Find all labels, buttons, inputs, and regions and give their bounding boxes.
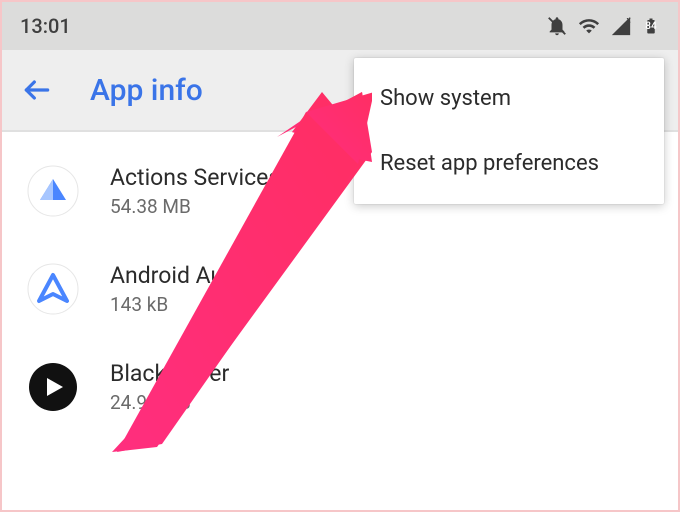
app-icon-blackplayer	[26, 360, 80, 414]
cell-signal-icon: x	[610, 15, 632, 37]
dnd-icon	[546, 15, 568, 37]
app-name: Android Auto	[110, 262, 244, 289]
wifi-icon	[578, 15, 600, 37]
menu-item-reset-preferences[interactable]: Reset app preferences	[354, 131, 664, 196]
app-row[interactable]: BlackPlayer 24.93 MB	[2, 338, 678, 436]
page-title: App info	[90, 73, 203, 108]
app-size: 54.38 MB	[110, 195, 280, 218]
app-icon-android-auto	[26, 262, 80, 316]
app-name: BlackPlayer	[110, 360, 229, 387]
overflow-menu: Show system Reset app preferences	[354, 58, 664, 204]
app-name: Actions Services	[110, 164, 280, 191]
status-icons: x 84	[546, 15, 660, 37]
battery-level: 84	[645, 21, 656, 32]
status-bar: 13:01 x 84	[2, 2, 678, 50]
status-time: 13:01	[20, 14, 71, 38]
app-size: 24.93 MB	[110, 391, 229, 414]
svg-text:x: x	[627, 15, 632, 25]
app-size: 143 kB	[110, 293, 244, 316]
app-icon-actions-services	[26, 164, 80, 218]
battery-icon: 84	[642, 15, 660, 37]
back-button[interactable]	[16, 69, 58, 111]
menu-item-show-system[interactable]: Show system	[354, 66, 664, 131]
app-row[interactable]: Android Auto 143 kB	[2, 240, 678, 338]
